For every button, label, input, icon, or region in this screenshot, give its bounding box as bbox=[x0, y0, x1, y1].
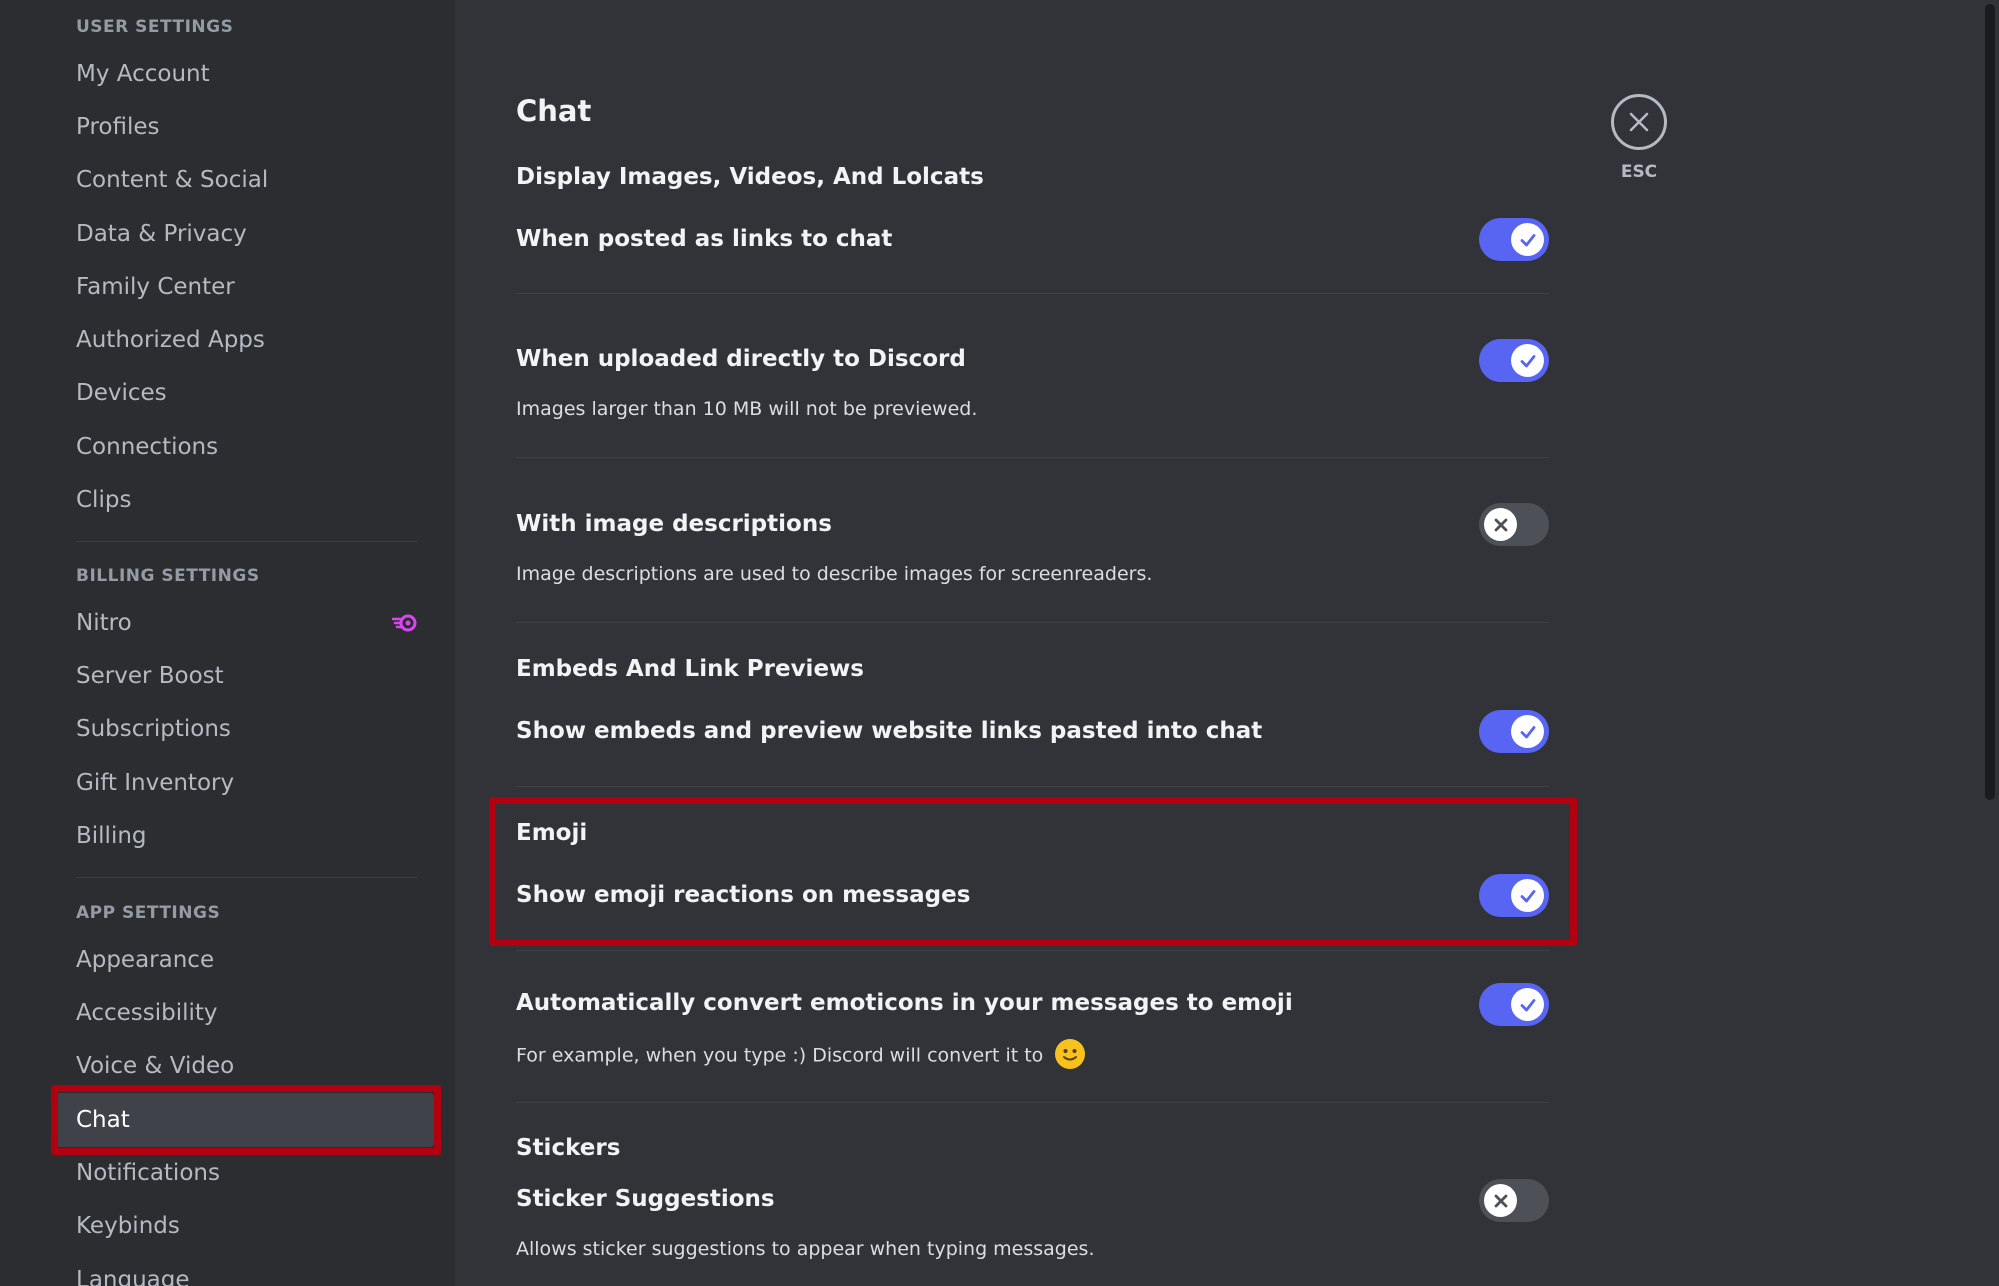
check-icon bbox=[1520, 354, 1535, 367]
setting-label-uploaded: When uploaded directly to Discord bbox=[516, 346, 966, 372]
settings-sidebar: User Settings My Account Profiles Conten… bbox=[0, 0, 455, 1286]
sidebar-item-billing[interactable]: Billing bbox=[76, 818, 147, 854]
toggle-embeds[interactable] bbox=[1479, 710, 1549, 753]
sidebar-item-chat[interactable]: Chat bbox=[76, 1102, 130, 1138]
section-header-media: Display Images, Videos, And Lolcats bbox=[516, 164, 984, 190]
x-icon bbox=[1494, 1194, 1507, 1207]
toggle-uploaded-to-discord[interactable] bbox=[1479, 339, 1549, 382]
setting-label-reactions: Show emoji reactions on messages bbox=[516, 882, 971, 908]
sidebar-item-accessibility[interactable]: Accessibility bbox=[76, 995, 218, 1031]
toggle-links-to-chat[interactable] bbox=[1479, 218, 1549, 261]
setting-label-embeds: Show embeds and preview website links pa… bbox=[516, 718, 1263, 744]
section-header-stickers: Stickers bbox=[516, 1135, 621, 1161]
slightly-smiling-emoji-icon bbox=[1055, 1039, 1086, 1069]
sidebar-item-subscriptions[interactable]: Subscriptions bbox=[76, 711, 231, 747]
close-button[interactable] bbox=[1611, 94, 1667, 150]
sidebar-item-voice-video[interactable]: Voice & Video bbox=[76, 1048, 234, 1084]
setting-label-image-descriptions: With image descriptions bbox=[516, 511, 832, 537]
setting-desc-image-descriptions: Image descriptions are used to describe … bbox=[516, 563, 1153, 585]
content-scrollbar[interactable] bbox=[1985, 4, 1995, 800]
toggle-emoji-reactions[interactable] bbox=[1479, 874, 1549, 917]
sidebar-item-language[interactable]: Language bbox=[76, 1262, 190, 1286]
sidebar-item-connections[interactable]: Connections bbox=[76, 429, 218, 465]
setting-divider bbox=[516, 1102, 1549, 1103]
page-title: Chat bbox=[516, 94, 592, 128]
app-settings-header: App Settings bbox=[76, 903, 221, 923]
sidebar-item-devices[interactable]: Devices bbox=[76, 375, 167, 411]
sidebar-item-gift-inventory[interactable]: Gift Inventory bbox=[76, 765, 234, 801]
setting-divider bbox=[516, 457, 1549, 458]
setting-label-links: When posted as links to chat bbox=[516, 226, 893, 252]
sidebar-item-appearance[interactable]: Appearance bbox=[76, 942, 214, 978]
billing-settings-header: Billing Settings bbox=[76, 566, 260, 586]
nitro-icon bbox=[392, 614, 417, 632]
check-icon bbox=[1520, 889, 1535, 902]
sidebar-item-my-account[interactable]: My Account bbox=[76, 56, 210, 92]
setting-label-emoticons: Automatically convert emoticons in your … bbox=[516, 990, 1293, 1016]
esc-label: ESC bbox=[1620, 162, 1658, 182]
setting-divider bbox=[516, 950, 1549, 951]
toggle-convert-emoticons[interactable] bbox=[1479, 983, 1549, 1026]
section-header-emoji: Emoji bbox=[516, 820, 588, 846]
setting-divider bbox=[516, 786, 1549, 787]
x-icon bbox=[1494, 518, 1507, 531]
check-icon bbox=[1520, 998, 1535, 1011]
sidebar-item-family-center[interactable]: Family Center bbox=[76, 269, 235, 305]
sidebar-item-profiles[interactable]: Profiles bbox=[76, 109, 160, 145]
check-icon bbox=[1520, 233, 1535, 246]
setting-label-sticker-suggestions: Sticker Suggestions bbox=[516, 1186, 775, 1212]
setting-desc-emoticons: For example, when you type :) Discord wi… bbox=[516, 1039, 1086, 1071]
toggle-image-descriptions[interactable] bbox=[1479, 503, 1549, 546]
user-settings-header: User Settings bbox=[76, 17, 234, 37]
close-icon bbox=[1629, 112, 1649, 132]
sidebar-item-authorized-apps[interactable]: Authorized Apps bbox=[76, 322, 265, 358]
sidebar-item-server-boost[interactable]: Server Boost bbox=[76, 658, 224, 694]
sidebar-item-keybinds[interactable]: Keybinds bbox=[76, 1208, 180, 1244]
settings-content bbox=[455, 0, 1999, 1286]
sidebar-item-content-social[interactable]: Content & Social bbox=[76, 162, 268, 198]
toggle-sticker-suggestions[interactable] bbox=[1479, 1179, 1549, 1222]
check-icon bbox=[1520, 725, 1535, 738]
sidebar-item-nitro[interactable]: Nitro bbox=[76, 605, 132, 641]
setting-desc-sticker-suggestions: Allows sticker suggestions to appear whe… bbox=[516, 1238, 1095, 1260]
setting-divider bbox=[516, 622, 1549, 623]
sidebar-item-notifications[interactable]: Notifications bbox=[76, 1155, 220, 1191]
sidebar-item-data-privacy[interactable]: Data & Privacy bbox=[76, 216, 247, 252]
setting-desc-uploaded: Images larger than 10 MB will not be pre… bbox=[516, 398, 978, 420]
emoticons-desc-text: For example, when you type :) Discord wi… bbox=[516, 1044, 1044, 1067]
section-header-embeds: Embeds And Link Previews bbox=[516, 656, 864, 682]
setting-divider bbox=[516, 293, 1549, 294]
sidebar-item-clips[interactable]: Clips bbox=[76, 482, 131, 518]
sidebar-divider bbox=[76, 877, 417, 878]
sidebar-divider bbox=[76, 541, 417, 542]
